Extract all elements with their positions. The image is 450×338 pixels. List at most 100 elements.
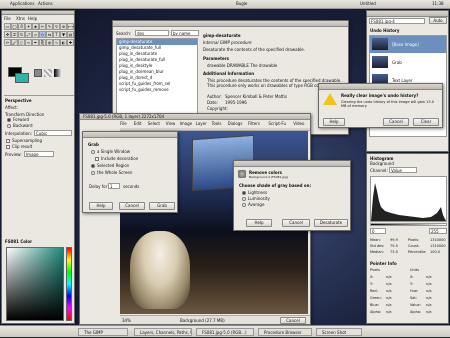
histogram-graph[interactable] [370, 176, 447, 222]
range-min-input[interactable]: 0 [370, 228, 386, 234]
search-by-select[interactable]: by name [171, 30, 199, 36]
clip-checkbox[interactable] [6, 145, 10, 149]
auto-button[interactable]: Auto [429, 17, 447, 24]
move-icon[interactable]: ✥ [4, 31, 11, 38]
list-item[interactable]: Grab [370, 54, 446, 71]
grab-cancel-button[interactable]: Cancel [119, 202, 145, 210]
image-menu-image[interactable]: Image [180, 121, 193, 126]
image-menu-script-fu[interactable]: Script-Fu [268, 121, 286, 126]
whole-screen-radio[interactable] [91, 171, 95, 175]
perspective-icon[interactable]: ◇ [39, 31, 46, 38]
search-input[interactable]: des [135, 30, 169, 36]
average-radio[interactable] [242, 203, 246, 207]
scissors-icon[interactable]: ✂ [39, 23, 46, 30]
include-decoration-checkbox[interactable] [95, 157, 99, 161]
bucket-fill-icon[interactable]: ▼ [60, 31, 67, 38]
status-cancel-button[interactable]: Cancel [280, 317, 306, 324]
color-picker-square[interactable] [6, 247, 64, 321]
hue-slider[interactable] [66, 247, 72, 321]
menu-file[interactable]: File [4, 16, 11, 21]
taskbar-item[interactable]: Layers, Channels, Paths, Undo... [134, 328, 192, 336]
pencil-icon[interactable]: ✏ [4, 39, 11, 46]
clear-undo-help-button[interactable]: Help [323, 118, 345, 126]
remove-colors-cancel-button[interactable]: Cancel [282, 219, 310, 227]
rect-select-icon[interactable]: ▭ [4, 23, 11, 30]
backward-radio[interactable] [7, 124, 11, 128]
fuzzy-select-icon[interactable]: ✦ [25, 23, 32, 30]
grab-help-button[interactable]: Help [89, 202, 113, 210]
smudge-icon[interactable]: ∿ [53, 39, 60, 46]
pointer-info-cell: n/a [426, 282, 432, 286]
color-select-icon[interactable]: ◈ [32, 23, 39, 30]
image-menu-video[interactable]: Video [293, 121, 304, 126]
image-menu-view[interactable]: View [166, 121, 176, 126]
image-select[interactable]: FS081.jpg-4 [369, 18, 425, 24]
image-menu-file[interactable]: File [120, 121, 127, 126]
taskbar-item[interactable]: FS081.jpg-5.0 (RGB...) [196, 328, 254, 336]
zoom-icon[interactable]: ⊕ [60, 23, 67, 30]
flip-icon[interactable]: ⇆ [46, 31, 53, 38]
interpolation-select[interactable]: Cubic [34, 130, 72, 136]
eraser-icon[interactable]: ▯ [18, 39, 25, 46]
histogram-stat: 100.0 [430, 250, 441, 254]
remove-colors-help-button[interactable]: Help [246, 219, 272, 227]
image-menu-select[interactable]: Select [148, 121, 160, 126]
clear-undo-cancel-button[interactable]: Cancel [383, 118, 409, 126]
lightness-radio[interactable] [242, 191, 246, 195]
convolve-icon[interactable]: ◍ [46, 39, 53, 46]
lasso-icon[interactable]: ϑ [18, 23, 25, 30]
color-picker-icon[interactable]: ⚲ [53, 23, 60, 30]
taskbar-item[interactable]: Procedure Browser [258, 328, 312, 336]
airbrush-icon[interactable]: ≈ [25, 39, 32, 46]
image-menu-layer[interactable]: Layer [196, 121, 207, 126]
image-menu-dialogs[interactable]: Dialogs [228, 121, 243, 126]
taskbar-item[interactable]: Screen Shot [316, 328, 362, 336]
brush-indicator[interactable] [34, 69, 42, 77]
shear-icon[interactable]: ▱ [32, 31, 39, 38]
crop-icon[interactable]: ⌗ [11, 31, 18, 38]
single-window-radio[interactable] [91, 150, 95, 154]
delay-input[interactable]: 1 [108, 183, 120, 189]
supersampling-checkbox[interactable] [6, 139, 10, 143]
dodge-burn-icon[interactable]: ◐ [60, 39, 67, 46]
ellipse-select-icon[interactable]: ◯ [11, 23, 18, 30]
zoom-level[interactable]: 34% [122, 318, 131, 323]
rotate-icon[interactable]: ↻ [18, 31, 25, 38]
forward-radio[interactable] [7, 118, 11, 122]
pointer-info-cell: n/a [426, 310, 432, 314]
clear-undo-confirm-button[interactable]: Clear [413, 118, 439, 126]
desaturate-button[interactable]: Desaturate [314, 219, 348, 227]
heal-icon[interactable]: ✚ [67, 39, 74, 46]
measure-icon[interactable]: ⟷ [67, 23, 74, 30]
channel-select[interactable]: Value [389, 167, 417, 173]
taskbar-item[interactable]: The GIMP [78, 328, 128, 336]
pointer-info-cell: Blue: [370, 303, 379, 307]
histogram-stat: 99.9 [390, 238, 398, 242]
image-menu-tools[interactable]: Tools [212, 121, 222, 126]
selected-region-radio[interactable] [91, 164, 95, 168]
pattern-indicator[interactable] [44, 69, 52, 77]
menu-xtns[interactable]: Xtns [16, 16, 25, 21]
range-max-input[interactable]: 255 [429, 228, 447, 234]
luminosity-radio[interactable] [242, 197, 246, 201]
ink-icon[interactable]: ✒ [32, 39, 39, 46]
pointer-info-cell: Green: [370, 296, 382, 300]
applications-menu[interactable]: Applications [10, 1, 34, 6]
image-menu-filters[interactable]: Filters [248, 121, 260, 126]
scale-icon[interactable]: ⤢ [25, 31, 32, 38]
gradient-indicator[interactable] [54, 69, 62, 77]
backward-label: Backward [13, 123, 33, 128]
paths-icon[interactable]: ✎ [46, 23, 53, 30]
preview-select[interactable]: Image [24, 151, 54, 157]
list-item[interactable]: script_fu_guides_remove [117, 87, 197, 93]
menu-help[interactable]: Help [28, 16, 37, 21]
image-menu-edit[interactable]: Edit [134, 121, 142, 126]
blend-icon[interactable]: ▤ [67, 31, 74, 38]
grab-ok-button[interactable]: Grab [149, 202, 175, 210]
list-item[interactable]: [Base Image] [370, 36, 446, 53]
bg-color-swatch[interactable] [15, 73, 29, 83]
clone-icon[interactable]: ⎘ [39, 39, 46, 46]
text-icon[interactable]: T [53, 31, 60, 38]
actions-menu[interactable]: Actions [38, 1, 53, 6]
paintbrush-icon[interactable]: 🖌 [11, 39, 18, 46]
